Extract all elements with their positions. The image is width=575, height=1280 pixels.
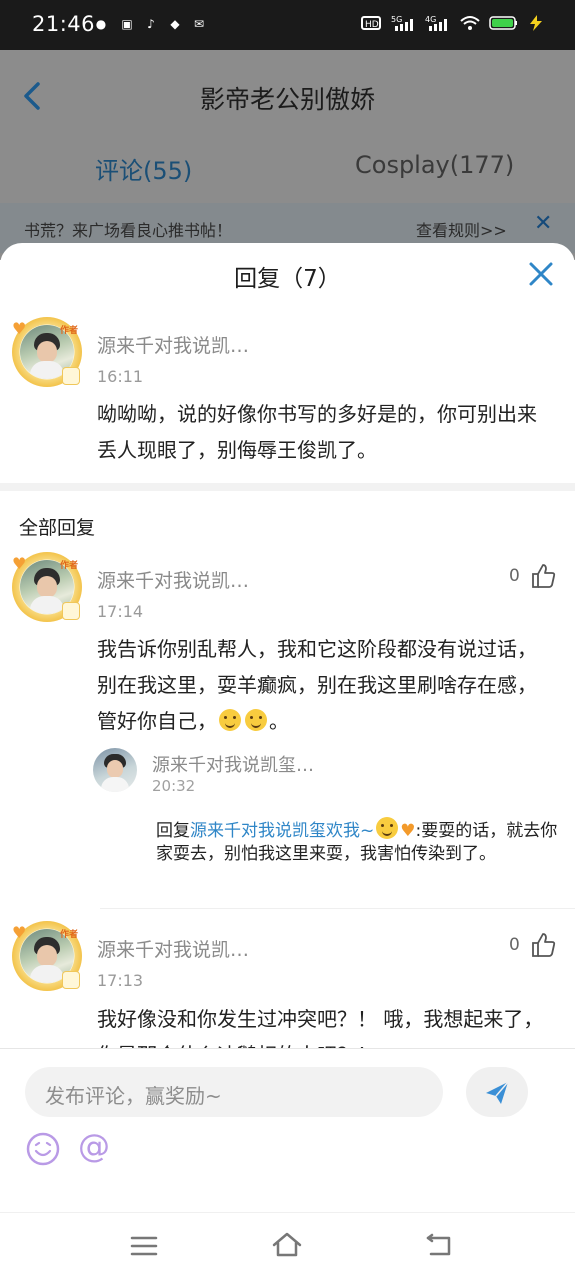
sub-reply-time: 20:32 [152,777,196,795]
reply-text-main: 我告诉你别乱帮人，我和它这阶段都没有说过话，别在我这里，耍羊癫疯，别在我这里刷啥… [97,637,537,733]
tiktok-icon: ♪ [147,17,155,31]
orange-heart-icon: ♥ [400,821,416,841]
section-divider [0,483,575,491]
like-count: 0 [509,566,520,586]
author-badge: 作者 [60,930,79,940]
app-notification-icon: ● [95,17,107,31]
comment-username[interactable]: 源来千对我说凯… [97,331,249,358]
send-button[interactable] [466,1067,528,1117]
mail-icon: ✉ [193,17,205,31]
signal-5g-icon: 5G [391,15,413,31]
comment-text[interactable]: 呦呦呦，说的好像你书写的多好是的，你可别出来丢人现眼了，别侮辱王俊凯了。 [97,396,547,468]
mentioned-user-link[interactable]: 源来千对我说凯玺欢我~ [190,821,374,841]
clock: 21:46 [32,12,96,36]
tab-cosplay[interactable]: Cosplay(177) [355,151,514,179]
kissing-face-icon [376,817,399,839]
reply-prefix: 回复 [156,821,190,841]
hd-icon: HD [361,16,381,30]
svg-text:HD: HD [365,20,379,30]
slightly-smiling-face-icon [245,709,267,731]
pen-icon [62,971,80,989]
sub-reply-username[interactable]: 源来千对我说凯玺… [152,751,314,777]
home-icon[interactable] [271,1231,303,1259]
reply-text[interactable]: 我告诉你别乱帮人，我和它这阶段都没有说过话，别在我这里，耍羊癫疯，别在我这里刷啥… [97,631,552,739]
avatar[interactable] [93,748,137,792]
avatar[interactable]: ♥ 作者 [10,550,88,628]
tab-comments[interactable]: 评论(55) [95,151,192,186]
app-notification-icon: ▣ [121,17,133,31]
like-count: 0 [509,935,520,955]
thumbs-up-icon[interactable] [530,932,556,958]
reply-time: 17:14 [97,602,144,621]
tab-bar: 评论(55) Cosplay(177) [0,145,575,205]
reply-text-end: 。 [269,709,289,733]
reply-username[interactable]: 源来千对我说凯… [97,935,249,962]
page-title: 影帝老公别傲娇 [199,85,375,114]
close-notice-icon[interactable]: ✕ [534,211,552,236]
reply-username[interactable]: 源来千对我说凯… [97,566,249,593]
battery-icon [489,16,517,30]
like-control[interactable]: 0 [509,563,556,589]
reply-divider [100,908,575,909]
comment-input-bar: 发布评论，赢奖励~ @ [0,1048,575,1213]
pen-icon [62,367,80,385]
reply-time: 17:13 [97,971,144,990]
status-indicators: HD 5G 4G [361,14,545,32]
like-control[interactable]: 0 [509,932,556,958]
sheet-title: 回复（7） [234,266,341,292]
svg-text:4G: 4G [425,15,436,24]
notice-text[interactable]: 书荒？来广场看良心推书帖！ [24,217,232,241]
pen-icon [62,602,80,620]
author-badge: 作者 [60,561,79,571]
view-rules-link[interactable]: 查看规则>> [416,217,507,241]
svg-text:5G: 5G [391,15,402,24]
avatar[interactable]: ♥ 作者 [10,315,88,393]
menu-icon[interactable] [130,1235,158,1257]
emoji-picker-icon[interactable] [25,1131,61,1167]
mention-button[interactable]: @ [78,1127,110,1165]
reply-sheet: 回复（7） ♥ 作者 源来千对我说凯… 16:11 呦呦呦，说的好像你书写的多好… [0,243,575,1280]
system-navigation-bar [0,1212,575,1280]
heart-icon: ♥ [12,554,27,573]
upside-down-face-icon [219,709,241,731]
avatar[interactable]: ♥ 作者 [10,919,88,997]
wifi-icon [460,16,480,30]
signal-4g-icon: 4G [425,15,447,31]
send-icon [486,1081,509,1104]
background-page: 影帝老公别傲娇 评论(55) Cosplay(177) 书荒？来广场看良心推书帖… [0,50,575,260]
heart-icon: ♥ [12,923,27,942]
heart-icon: ♥ [12,319,27,338]
page-header: 影帝老公别傲娇 [0,50,575,145]
close-icon[interactable] [528,261,554,287]
comment-time: 16:11 [97,367,144,386]
charging-icon [530,15,542,31]
sub-reply-text[interactable]: 回复源来千对我说凯玺欢我~ ♥:要耍的话，就去你家耍去，别怕我这里来耍，我害怕传染… [156,817,566,866]
author-badge: 作者 [60,326,79,336]
back-icon[interactable] [424,1233,454,1259]
all-replies-label: 全部回复 [19,517,96,539]
qq-icon: ◆ [170,17,180,31]
comment-input-placeholder: 发布评论，赢奖励~ [45,1084,222,1108]
comment-input[interactable]: 发布评论，赢奖励~ [25,1067,443,1117]
reply-text[interactable]: 我好像没和你发生过冲突吧？！ 哦，我想起来了，你是那个什么迪鹅相的人吧？！ [97,1001,552,1049]
status-bar: 21:46 ● ▣ ♪ ◆ ✉ HD 5G 4G [0,0,575,50]
thumbs-up-icon[interactable] [530,563,556,589]
